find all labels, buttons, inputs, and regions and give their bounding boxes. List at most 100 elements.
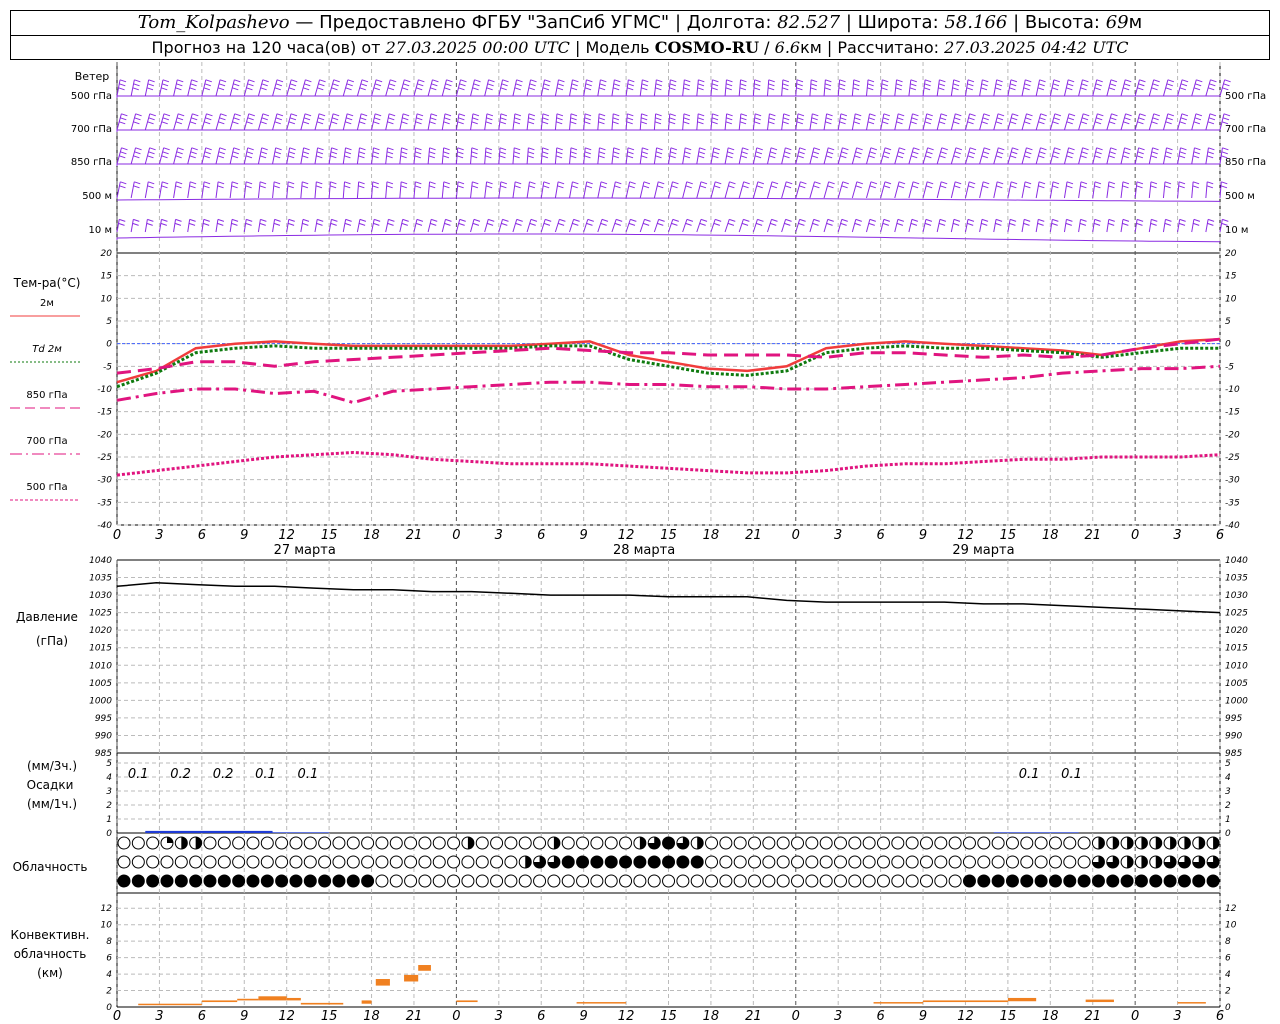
wind-barb-flag bbox=[571, 83, 578, 87]
cloud-symbol bbox=[203, 855, 217, 869]
wind-barb-flag bbox=[768, 117, 776, 121]
wind-barb-flag bbox=[486, 117, 493, 121]
cloud-symbol bbox=[705, 836, 719, 850]
temp-tick-left: -15 bbox=[97, 408, 112, 418]
cloud-symbol bbox=[447, 855, 461, 869]
wind-barb-flag bbox=[499, 147, 507, 151]
cloud-fill-full bbox=[175, 875, 188, 887]
wind-barb-flag bbox=[712, 113, 719, 117]
cloud-symbol bbox=[346, 855, 360, 869]
wind-barb-flag bbox=[161, 155, 168, 159]
cloud-fill-partial bbox=[166, 837, 173, 843]
wind-barb-flag bbox=[1094, 185, 1101, 189]
cloud-fill-partial bbox=[1170, 837, 1177, 849]
wind-barb-flag bbox=[1094, 218, 1101, 222]
wind-barb-flag bbox=[388, 83, 396, 87]
wind-barb-flag bbox=[1012, 113, 1019, 117]
precip-tick-left: 1 bbox=[106, 815, 112, 825]
wind-barb-flag bbox=[203, 181, 211, 185]
cloud-symbol bbox=[948, 836, 962, 850]
wind-barb-flag bbox=[712, 155, 719, 159]
wind-barb-flag bbox=[516, 218, 523, 222]
cloud-symbol bbox=[389, 836, 403, 850]
wind-barb-flag bbox=[612, 155, 620, 159]
wind-barb bbox=[385, 219, 389, 233]
wind-barb-flag bbox=[586, 181, 593, 185]
conv-cloud-bar bbox=[873, 1002, 924, 1004]
wind-barb-flag bbox=[1009, 222, 1016, 226]
hour-label: 3 bbox=[1173, 528, 1181, 543]
cloud-symbol bbox=[389, 874, 403, 888]
wind-barb-flag bbox=[457, 121, 464, 125]
wind-barb-flag bbox=[530, 218, 538, 222]
wind-barb-flag bbox=[713, 147, 720, 151]
cloud-symbol bbox=[461, 855, 475, 869]
wind-barb-flag bbox=[584, 113, 592, 117]
wind-barb bbox=[724, 219, 730, 233]
cloud-symbol bbox=[303, 836, 317, 850]
wind-barb-flag bbox=[670, 79, 677, 83]
wind-barb-flag bbox=[729, 181, 736, 185]
wind-barb-flag bbox=[998, 147, 1005, 151]
conv-cloud-bar bbox=[1177, 1002, 1206, 1004]
conv-tick-right: 6 bbox=[1225, 954, 1231, 964]
wind-barb-flag bbox=[120, 151, 127, 155]
wind-barb-flag bbox=[711, 121, 718, 125]
wind-barb-flag bbox=[1010, 185, 1017, 189]
wind-barb-flag bbox=[898, 181, 906, 185]
wind-barb-flag bbox=[855, 218, 862, 222]
day-label: 28 марта bbox=[613, 543, 675, 558]
wind-barb-flag bbox=[911, 117, 918, 121]
wind-barb-flag bbox=[386, 151, 394, 155]
cloud-symbol bbox=[1063, 836, 1077, 850]
temp-tick-right: -20 bbox=[1225, 430, 1240, 440]
wind-barb-flag bbox=[727, 151, 734, 155]
wind-barb-flag bbox=[726, 117, 733, 121]
wind-barb-flag bbox=[289, 117, 297, 121]
wind-barb-flag bbox=[1066, 185, 1073, 189]
wind-barb-flag bbox=[344, 185, 351, 189]
wind-barb-flag bbox=[953, 155, 960, 159]
cloud-symbol bbox=[934, 836, 948, 850]
wind-barb-flag bbox=[1192, 181, 1200, 185]
wind-barb-flag bbox=[273, 155, 281, 159]
cloud-symbol bbox=[160, 855, 174, 869]
wind-barb-flag bbox=[671, 222, 678, 226]
wind-barb-flag bbox=[1192, 155, 1200, 159]
hour-label: 9 bbox=[919, 528, 927, 543]
cloud-symbol bbox=[862, 836, 876, 850]
conv-tick-left: 0 bbox=[106, 1003, 112, 1013]
wind-barb-flag bbox=[740, 113, 748, 117]
wind-barb-flag bbox=[472, 113, 480, 117]
cloud-symbol bbox=[891, 855, 905, 869]
wind-barb-flag bbox=[359, 218, 367, 222]
wind-barb-flag bbox=[1223, 113, 1231, 117]
wind-barb-flag bbox=[883, 113, 891, 117]
wind-barb bbox=[781, 219, 787, 233]
wind-barb-flag bbox=[1023, 222, 1030, 226]
wind-barb bbox=[300, 181, 303, 199]
wind-barb-flag bbox=[431, 83, 438, 87]
wind-barb-flag bbox=[515, 222, 522, 226]
wind-barb-flag bbox=[599, 147, 606, 151]
wind-barb-flag bbox=[586, 79, 593, 83]
wind-barb-flag bbox=[953, 218, 961, 222]
cloud-symbol bbox=[776, 874, 790, 888]
wind-barb-flag bbox=[529, 83, 536, 87]
wind-barb-flag bbox=[331, 117, 339, 121]
wind-barb-flag bbox=[458, 117, 465, 121]
hour-label: 3 bbox=[834, 1009, 842, 1024]
cloud-symbol bbox=[504, 836, 518, 850]
cloud-fill-partial bbox=[1112, 837, 1119, 849]
wind-barb-flag bbox=[1207, 218, 1215, 222]
wind-barb-flag bbox=[543, 181, 550, 185]
hour-label: 9 bbox=[580, 1009, 588, 1024]
wind-barb-flag bbox=[345, 87, 352, 91]
wind-barb-flag bbox=[358, 151, 366, 155]
wind-barb-flag bbox=[697, 121, 704, 125]
wind-barb-flag bbox=[163, 147, 170, 151]
wind-barb-flag bbox=[683, 117, 690, 121]
cloud-fill-full bbox=[304, 875, 317, 887]
wind-barb-flag bbox=[1180, 83, 1188, 87]
wind-barb-flag bbox=[1025, 117, 1032, 121]
